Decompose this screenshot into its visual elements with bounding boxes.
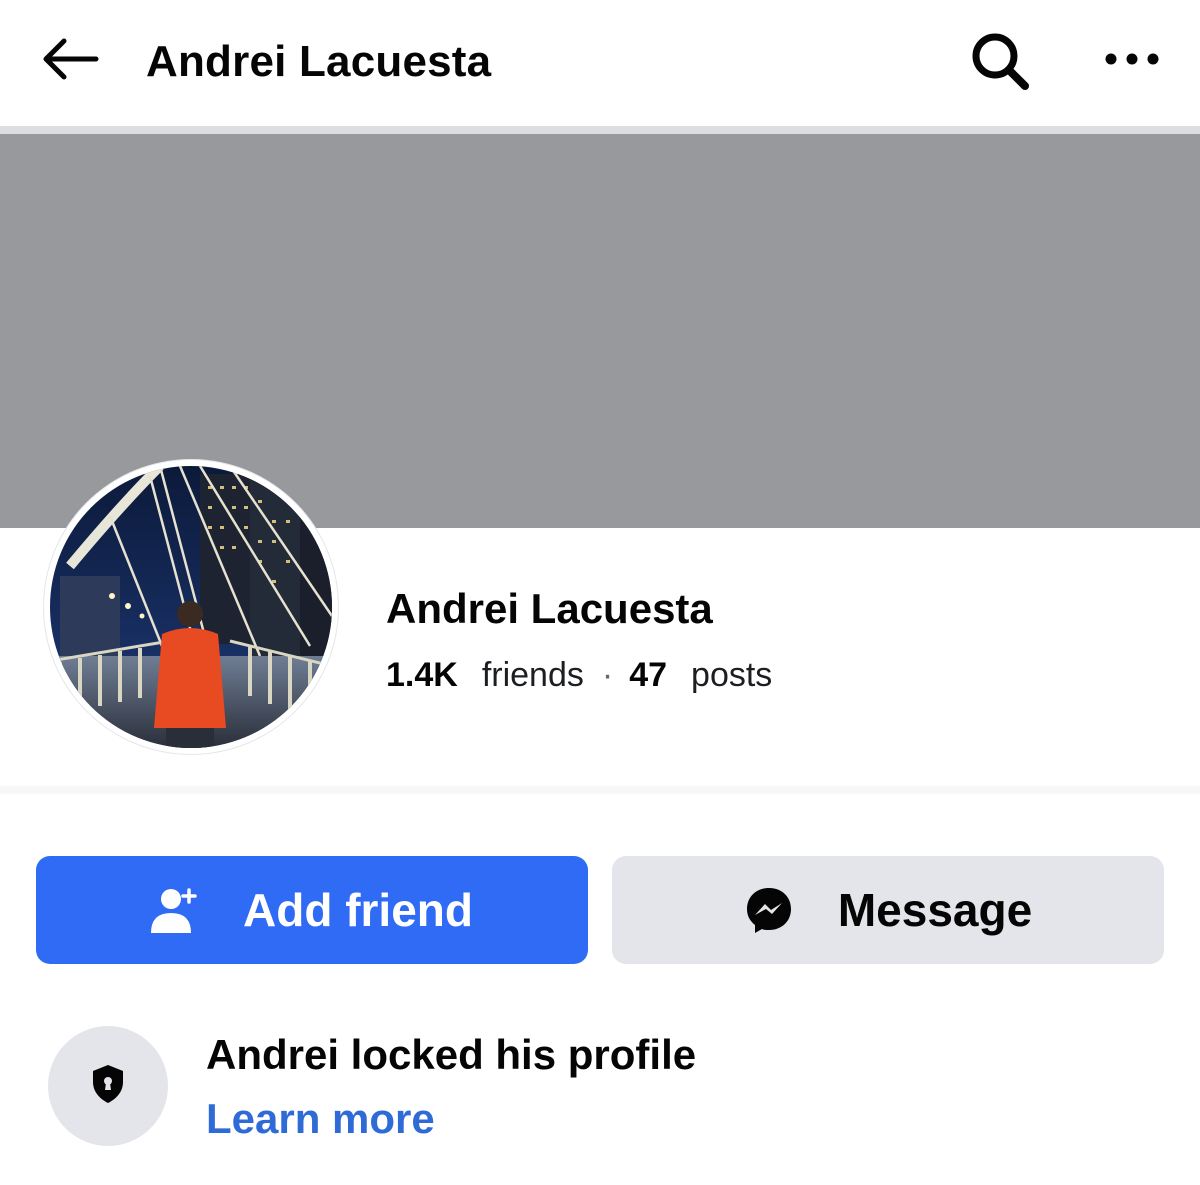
learn-more-link[interactable]: Learn more xyxy=(206,1094,435,1144)
shield-lock-icon xyxy=(91,1064,125,1109)
posts-label: posts xyxy=(691,656,773,694)
top-nav-bar: Andrei Lacuesta xyxy=(0,0,1200,126)
search-button[interactable] xyxy=(962,28,1038,98)
back-button[interactable] xyxy=(30,28,110,94)
message-button[interactable]: Message xyxy=(612,856,1164,964)
friends-label[interactable]: friends xyxy=(482,656,584,694)
search-icon xyxy=(968,29,1032,98)
nav-divider xyxy=(0,126,1200,134)
messenger-icon xyxy=(744,885,794,935)
message-label: Message xyxy=(837,884,1033,936)
friends-count[interactable]: 1.4K xyxy=(386,656,458,694)
profile-name: Andrei Lacuesta xyxy=(386,585,713,632)
avatar[interactable] xyxy=(50,466,332,748)
posts-count: 47 xyxy=(629,656,668,694)
section-divider xyxy=(0,786,1200,794)
more-options-button[interactable] xyxy=(1094,36,1170,86)
arrow-left-icon xyxy=(40,37,100,86)
add-friend-label: Add friend xyxy=(243,884,473,936)
more-horizontal-icon xyxy=(1102,52,1162,71)
lock-notice-title: Andrei locked his profile xyxy=(206,1031,697,1078)
profile-stats: 1.4K friends · 47 posts xyxy=(386,654,772,696)
page-title: Andrei Lacuesta xyxy=(146,37,492,86)
stats-separator: · xyxy=(601,656,614,694)
lock-notice-icon-container xyxy=(48,1026,168,1146)
add-friend-button[interactable]: Add friend xyxy=(36,856,588,964)
person-add-icon xyxy=(151,887,199,933)
avatar-photo xyxy=(50,466,332,748)
